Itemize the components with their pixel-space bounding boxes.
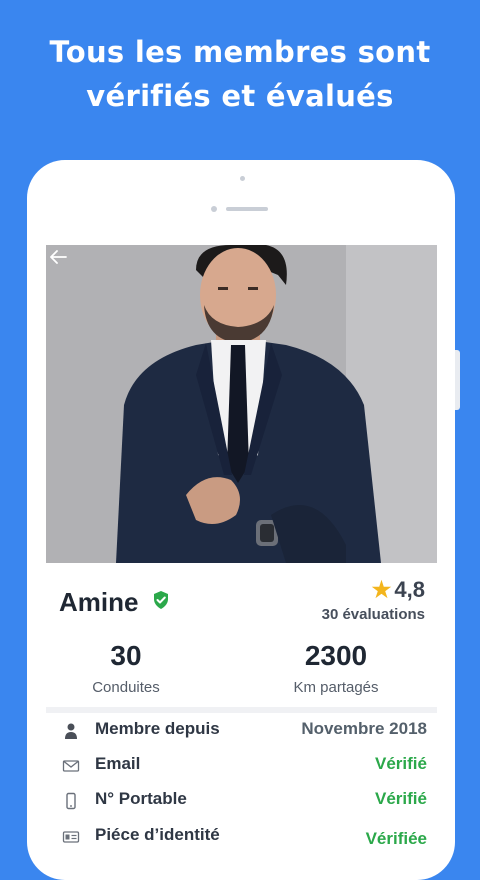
email-icon (62, 760, 80, 772)
headline-line-2: vérifiés et évalués (86, 79, 394, 113)
stat-rides-value: 30 (110, 640, 142, 671)
stat-km-label: Km partagés (293, 679, 379, 696)
stat-km-value: 2300 (304, 640, 368, 671)
person-icon (65, 723, 77, 739)
phone-sensor (211, 206, 217, 212)
star-icon: ★ (371, 577, 392, 602)
verification-list: Membre depuis Novembre 2018 Email Vérifi… (46, 713, 437, 865)
phone-screen: Amine ★ 4,8 30 évaluations 30 Conduites … (46, 245, 437, 865)
profile-photo (46, 245, 437, 563)
detail-row-email: Email Vérifié (46, 750, 437, 784)
phone-side-button (455, 350, 460, 410)
profile-name: Amine (59, 587, 139, 617)
rating: ★ 4,8 (372, 577, 425, 603)
headline: Tous les membres sont vérifiés et évalué… (0, 30, 480, 118)
detail-row-id: Piéce d’identité Vérifiée (46, 821, 437, 855)
detail-label: N° Portable (95, 789, 187, 808)
id-card-icon (62, 831, 80, 843)
detail-row-member-since: Membre depuis Novembre 2018 (46, 715, 437, 749)
detail-status: Vérifié (375, 754, 427, 773)
rating-value: 4,8 (394, 577, 425, 602)
phone-icon (66, 792, 76, 810)
detail-status: Vérifié (375, 789, 427, 808)
verified-shield-icon (154, 591, 168, 609)
detail-value: Novembre 2018 (301, 719, 427, 738)
detail-label: Membre depuis (95, 719, 220, 738)
reviews-count[interactable]: 30 évaluations (322, 606, 425, 623)
detail-status: Vérifiée (365, 829, 427, 848)
headline-line-1: Tous les membres sont (49, 35, 431, 69)
detail-row-phone: N° Portable Vérifié (46, 785, 437, 819)
detail-label: Email (95, 754, 141, 773)
phone-camera (240, 176, 245, 181)
profile-photo-illustration (46, 245, 437, 563)
profile-summary-card: Amine ★ 4,8 30 évaluations 30 Conduites … (46, 563, 437, 707)
back-arrow-icon[interactable] (46, 245, 70, 269)
phone-speaker (226, 207, 268, 211)
detail-label: Piéce d’identité (95, 825, 220, 844)
stat-rides-label: Conduites (92, 679, 160, 696)
